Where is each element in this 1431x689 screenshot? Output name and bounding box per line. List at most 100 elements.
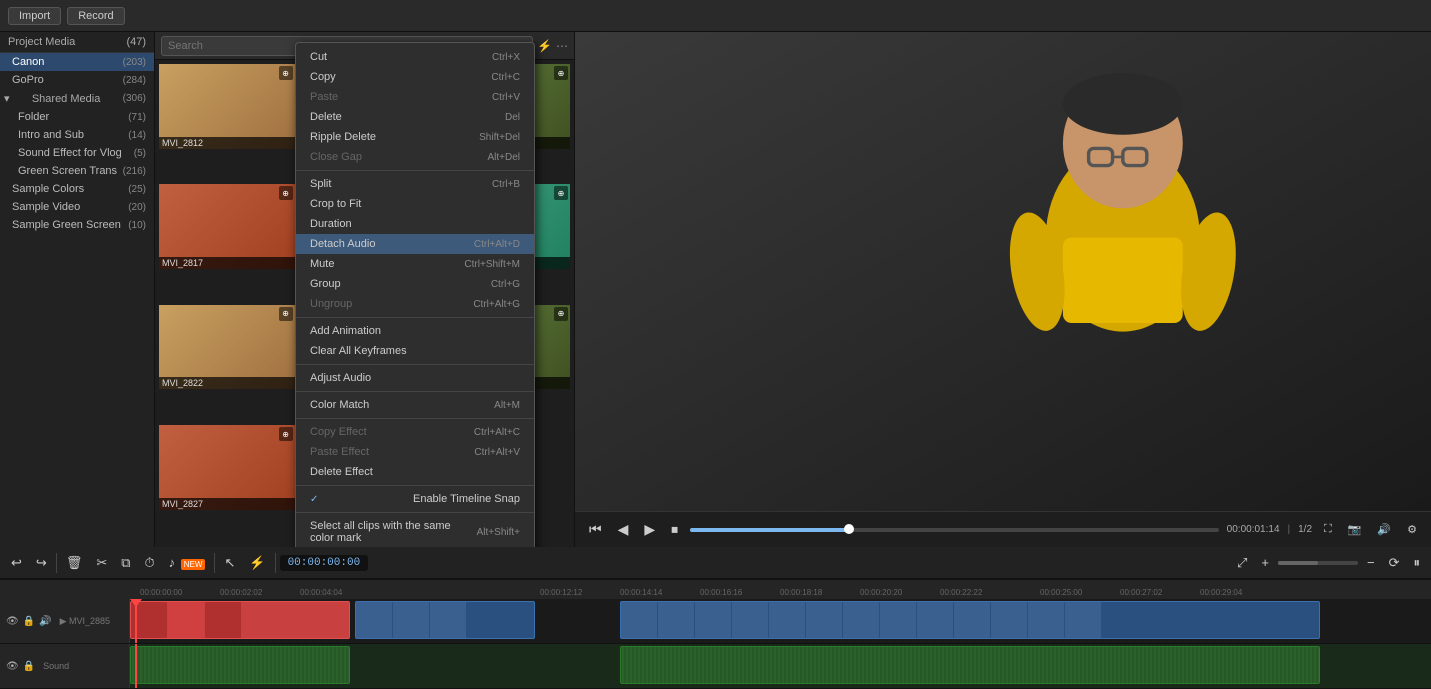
ctx-select-same-color[interactable]: Select all clips with the same color mar…	[296, 516, 534, 547]
delete-button[interactable]: 🗑	[61, 552, 88, 574]
zoom-in-button[interactable]: +	[1256, 552, 1274, 573]
zoom-out-button[interactable]: −	[1362, 552, 1380, 573]
track-label-2: 👁 🔒 Sound	[0, 644, 130, 688]
track-eye-icon-2[interactable]: 👁	[6, 661, 19, 672]
clip-thumb-mini	[917, 602, 953, 638]
clip-thumb-mini	[991, 602, 1027, 638]
sidebar-item-sample-video[interactable]: Sample Video (20)	[0, 198, 154, 216]
track-eye-icon[interactable]: 👁	[6, 616, 19, 627]
clip-thumb-strip	[356, 602, 466, 638]
media-thumb-mvi2827[interactable]: ⊕ MVI_2827	[159, 425, 295, 510]
undo-button[interactable]: ↩	[6, 552, 27, 574]
ctx-sep-7	[296, 512, 534, 513]
volume-button[interactable]: 🔊	[1373, 521, 1395, 538]
ctx-paste: Paste Ctrl+V	[296, 87, 534, 107]
pause-timeline-button[interactable]: ⏸	[1409, 552, 1426, 574]
select-tool[interactable]: ↖	[219, 552, 240, 574]
playhead-2	[135, 644, 137, 688]
sidebar-item-gopro[interactable]: GoPro (284)	[0, 71, 154, 89]
media-thumb-mvi2822[interactable]: ⊕ MVI_2822	[159, 305, 295, 390]
track-content-1[interactable]	[130, 599, 1431, 643]
ctx-ungroup-label: Ungroup	[310, 298, 352, 310]
ctx-delete[interactable]: Delete Del	[296, 107, 534, 127]
ctx-group[interactable]: Group Ctrl+G	[296, 274, 534, 294]
track-sound-icon[interactable]: 🔊	[39, 616, 51, 627]
ctx-color-match-shortcut: Alt+M	[494, 400, 520, 411]
sidebar-item-shared-media[interactable]: ▾ Shared Media (306)	[0, 89, 154, 108]
more-icon[interactable]: ⋯	[556, 39, 568, 53]
ctx-mute-label: Mute	[310, 258, 334, 270]
play-button[interactable]: ▶	[640, 519, 659, 540]
track-content-2[interactable]	[130, 644, 1431, 688]
audio-clip-2[interactable]	[620, 646, 1320, 684]
sidebar-item-folder[interactable]: Folder (71)	[0, 108, 154, 126]
chevron-down-icon: ▾	[4, 92, 10, 105]
app-container: Import Record Project Media (47) Canon (…	[0, 0, 1431, 689]
sidebar-item-sample-green-screen[interactable]: Sample Green Screen (10)	[0, 216, 154, 234]
fullscreen-button[interactable]: ⛶	[1320, 521, 1336, 538]
sidebar-item-sound-effect[interactable]: Sound Effect for Vlog (5)	[0, 144, 154, 162]
audio-clip-1[interactable]	[130, 646, 350, 684]
ctx-copy[interactable]: Copy Ctrl+C	[296, 67, 534, 87]
skip-to-start-button[interactable]: ⏮	[585, 519, 606, 540]
ctx-split[interactable]: Split Ctrl+B	[296, 174, 534, 194]
ctx-detach-audio[interactable]: Detach Audio Ctrl+Alt+D	[296, 234, 534, 254]
ctx-ripple-delete-shortcut: Shift+Del	[479, 132, 520, 143]
history-button[interactable]: ⏱	[140, 552, 160, 574]
zoom-fit-button[interactable]: ⤢	[1232, 552, 1252, 574]
clip-segment-1[interactable]	[130, 601, 350, 639]
ctx-close-gap: Close Gap Alt+Del	[296, 147, 534, 167]
media-thumb-mvi2812[interactable]: ⊕ MVI_2812	[159, 64, 295, 149]
track-lock-icon-2[interactable]: 🔒	[23, 661, 35, 672]
ctx-mute[interactable]: Mute Ctrl+Shift+M	[296, 254, 534, 274]
ruler-mark: 00:00:00:00	[140, 588, 182, 597]
track-row-1: 👁 🔒 🔊 ▶ MVI_2885	[0, 599, 1431, 644]
project-media-count: (47)	[126, 36, 146, 48]
ctx-clear-keyframes[interactable]: Clear All Keyframes	[296, 341, 534, 361]
cut-button[interactable]: ✂	[91, 552, 112, 574]
ctx-color-match[interactable]: Color Match Alt+M	[296, 395, 534, 415]
ctx-copy-effect-shortcut: Ctrl+Alt+C	[474, 427, 520, 438]
track-lock-icon[interactable]: 🔒	[23, 616, 35, 627]
ctx-ripple-delete-label: Ripple Delete	[310, 131, 376, 143]
ctx-enable-timeline-snap[interactable]: ✓ Enable Timeline Snap	[296, 489, 534, 509]
play-backward-button[interactable]: ◀	[614, 519, 633, 540]
media-thumb-mvi2817[interactable]: ⊕ MVI_2817	[159, 184, 295, 269]
zoom-slider-fill	[1278, 561, 1318, 565]
clip-segment-2[interactable]	[355, 601, 535, 639]
ctx-close-gap-label: Close Gap	[310, 151, 362, 163]
ctx-add-animation[interactable]: Add Animation	[296, 321, 534, 341]
ctx-cut-label: Cut	[310, 51, 327, 63]
zoom-slider[interactable]	[1278, 561, 1358, 565]
sidebar-item-sample-colors[interactable]: Sample Colors (25)	[0, 180, 154, 198]
progress-bar[interactable]	[690, 528, 1219, 532]
razor-tool[interactable]: ⚡	[244, 552, 270, 574]
redo-button[interactable]: ↪	[31, 552, 52, 574]
more-timeline-button[interactable]: ⟳	[1384, 552, 1405, 574]
snapshot-button[interactable]: 📷	[1344, 521, 1366, 538]
clip-thumb-mini	[954, 602, 990, 638]
ctx-cut[interactable]: Cut Ctrl+X	[296, 47, 534, 67]
ctx-delete-effect[interactable]: Delete Effect	[296, 462, 534, 482]
more-settings-button[interactable]: ⚙	[1403, 521, 1421, 538]
ctx-crop-to-fit[interactable]: Crop to Fit	[296, 194, 534, 214]
ctx-delete-shortcut: Del	[505, 112, 520, 123]
audio-wave	[131, 647, 349, 683]
ctx-ripple-delete[interactable]: Ripple Delete Shift+Del	[296, 127, 534, 147]
record-button[interactable]: Record	[67, 7, 124, 25]
sidebar-item-intro-sub[interactable]: Intro and Sub (14)	[0, 126, 154, 144]
ctx-detach-audio-label: Detach Audio	[310, 238, 375, 250]
ctx-duration[interactable]: Duration	[296, 214, 534, 234]
copy-button[interactable]: ⧉	[116, 552, 135, 574]
import-button[interactable]: Import	[8, 7, 61, 25]
filter-icon[interactable]: ⚡	[537, 39, 552, 53]
clip-segment-3[interactable]	[620, 601, 1320, 639]
sidebar-item-canon[interactable]: Canon (203)	[0, 53, 154, 71]
media-thumb-overlay: ⊕	[279, 186, 293, 200]
sidebar-item-green-screen[interactable]: Green Screen Trans (216)	[0, 162, 154, 180]
audio-button[interactable]: ♪ NEW	[164, 552, 211, 573]
ctx-adjust-audio[interactable]: Adjust Audio	[296, 368, 534, 388]
stop-button[interactable]: ⏹	[667, 519, 682, 540]
left-panel: Project Media (47) Canon (203) GoPro (28…	[0, 32, 155, 547]
clip-thumb-mini	[695, 602, 731, 638]
